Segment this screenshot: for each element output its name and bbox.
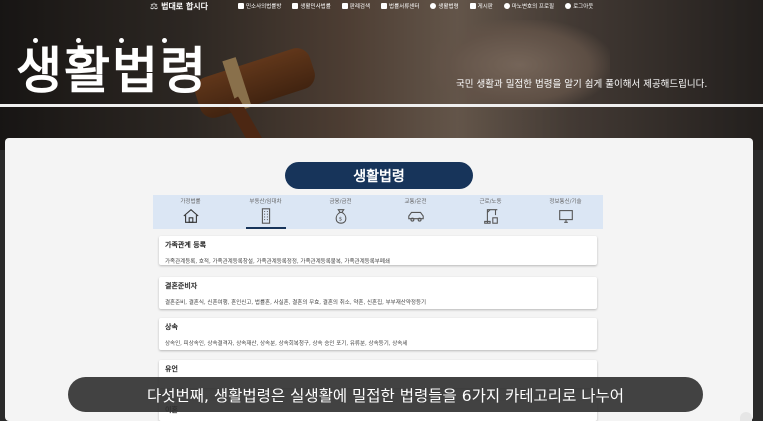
- nav-item[interactable]: 생활법령: [430, 2, 459, 10]
- crane-icon: [483, 209, 498, 224]
- tab-traffic[interactable]: 교통/운전: [378, 195, 453, 229]
- nav-item[interactable]: 마노변호의 프로필: [503, 2, 554, 10]
- user-icon: [565, 3, 572, 9]
- nav-item[interactable]: 법률서류센터: [381, 2, 419, 10]
- info-icon: [430, 3, 437, 9]
- board-icon: [469, 3, 476, 9]
- section-title: 생활법령: [285, 162, 473, 189]
- top-navigation: ⚖ 법대로 합시다 민소사의법률방 생활민사법률 판례검색 법률서류센터 생활법…: [0, 0, 763, 14]
- doc-icon: [292, 3, 299, 9]
- brand-name: 법대로 합시다: [161, 2, 209, 11]
- car-icon: [407, 211, 424, 222]
- page-subtitle: 국민 생활과 밀접한 법령을 알기 쉽게 풀이해서 제공해드립니다.: [456, 79, 708, 90]
- gavel-icon: ⚖: [150, 1, 159, 12]
- monitor-icon: [558, 210, 573, 223]
- nav-item[interactable]: 게시판: [469, 2, 493, 10]
- money-bag-icon: $: [335, 209, 346, 224]
- tab-family-law[interactable]: 가정법률: [153, 195, 228, 229]
- nav-item[interactable]: 민소사의법률방: [238, 2, 281, 10]
- card-items: 결혼준비, 결혼식, 신혼여행, 혼인신고, 법률혼, 사실혼, 결혼의 무효,…: [165, 300, 427, 306]
- doc-icon: [238, 3, 244, 9]
- card-title: 결혼준비자: [165, 282, 198, 290]
- tab-real-estate[interactable]: 부동산/임대차: [228, 195, 303, 229]
- brand-logo[interactable]: ⚖ 법대로 합시다: [150, 1, 208, 12]
- logout-button[interactable]: 로그아웃: [565, 2, 593, 10]
- tab-labor[interactable]: 근로/노동: [453, 195, 528, 229]
- svg-text:$: $: [338, 217, 341, 223]
- card-title: 가족관계 등록: [165, 241, 207, 249]
- law-card[interactable]: 결혼준비자 결혼준비, 결혼식, 신혼여행, 혼인신고, 법률혼, 사실혼, 결…: [159, 277, 597, 309]
- active-tab-indicator: [246, 227, 286, 229]
- tab-it[interactable]: 정보통신/기술: [528, 195, 603, 229]
- law-card[interactable]: 가족관계 등록 가족관계등록, 호적, 가족관계등록창설, 가족관계등록정정, …: [159, 236, 597, 265]
- category-tabs: 가정법률 부동산/임대차 금융/금전 $ 교통/운전 근로/노동 정보통신/기술: [153, 195, 603, 229]
- house-icon: [182, 208, 199, 223]
- card-title: 상속: [165, 323, 178, 331]
- nav-item[interactable]: 생활민사법률: [292, 2, 331, 10]
- card-title: 유언: [165, 365, 178, 373]
- law-card[interactable]: 상속 상속인, 피상속인, 상속결격자, 상속재산, 상속분, 상속회복청구, …: [159, 318, 597, 350]
- page-title: 생활법령: [16, 42, 208, 100]
- doc-icon: [381, 3, 388, 9]
- corner-tab: [740, 412, 752, 421]
- hero-divider: [0, 104, 763, 107]
- card-items: 상속인, 피상속인, 상속결격자, 상속재산, 상속분, 상속회복청구, 상속 …: [165, 341, 408, 347]
- tab-finance[interactable]: 금융/금전 $: [303, 195, 378, 229]
- user-icon: [503, 3, 510, 9]
- doc-icon: [341, 3, 348, 9]
- nav-item[interactable]: 판례검색: [341, 2, 370, 10]
- nav-menu: 민소사의법률방 생활민사법률 판례검색 법률서류센터 생활법령 게시판 마노변호…: [238, 2, 593, 10]
- building-icon: [261, 208, 270, 224]
- video-caption: 다섯번째, 생활법령은 실생활에 밀접한 법령들을 6가지 카테고리로 나누어: [68, 377, 703, 412]
- card-items: 가족관계등록, 호적, 가족관계등록창설, 가족관계등록정정, 가족관계등록불복…: [165, 259, 390, 265]
